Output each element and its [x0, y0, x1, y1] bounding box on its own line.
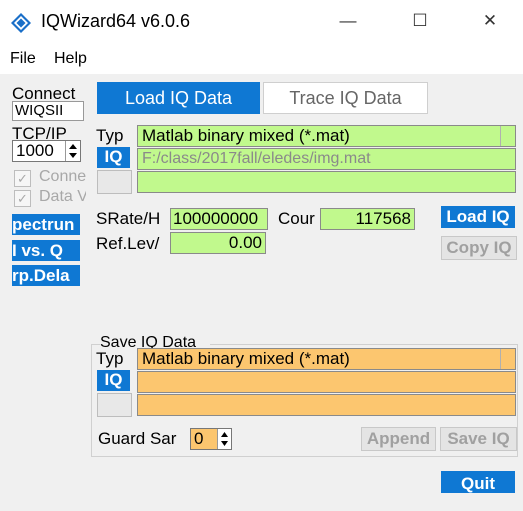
- load-file-path-value: F:/class/2017fall/eledes/img.mat: [142, 150, 371, 167]
- copy-iq-button[interactable]: Copy IQ: [441, 236, 517, 260]
- menu-file[interactable]: File: [10, 50, 36, 68]
- minimize-button[interactable]: —: [337, 10, 359, 32]
- save-type-label: Typ: [96, 349, 124, 368]
- maximize-button[interactable]: ☐: [409, 10, 431, 32]
- save-file-path2-input[interactable]: [137, 394, 516, 416]
- connect-checkbox-label: Conne: [39, 168, 86, 185]
- tab-load-iq-data[interactable]: Load IQ Data: [97, 82, 260, 114]
- port-value: 1000: [16, 141, 54, 160]
- guard-spinner-arrows[interactable]: [217, 429, 231, 449]
- srate-field[interactable]: 100000000: [170, 208, 268, 230]
- load-type-select[interactable]: Matlab binary mixed (*.mat): [137, 125, 516, 147]
- i-vs-q-button[interactable]: I vs. Q: [12, 240, 80, 261]
- data-view-checkbox-label: Data V: [39, 188, 86, 205]
- close-button[interactable]: ✕: [479, 10, 501, 32]
- load-file-path2-input[interactable]: [137, 171, 516, 193]
- load-iq-button[interactable]: Load IQ: [441, 206, 515, 228]
- reflev-label: Ref.Lev/: [96, 234, 160, 253]
- spinner-arrows[interactable]: [65, 141, 80, 161]
- append-button[interactable]: Append: [361, 427, 436, 451]
- app-logo-icon: [11, 13, 31, 33]
- guard-samples-stepper[interactable]: 0: [190, 428, 232, 450]
- spectrum-button[interactable]: pectrun: [12, 214, 80, 235]
- reflev-field[interactable]: 0.00: [170, 232, 266, 254]
- srate-label: SRate/H: [96, 209, 161, 228]
- save-secondary-button[interactable]: [97, 393, 132, 417]
- window-title: IQWizard64 v6.0.6: [41, 11, 191, 31]
- port-stepper[interactable]: 1000: [12, 140, 81, 162]
- instrument-input[interactable]: WIQSII: [12, 101, 84, 121]
- count-field: 117568: [320, 208, 415, 230]
- quit-button[interactable]: Quit: [441, 471, 515, 493]
- load-type-scroll[interactable]: [500, 126, 515, 146]
- save-iq-file-button[interactable]: IQ: [97, 370, 130, 391]
- guard-samples-label: Guard Sar: [98, 429, 177, 448]
- load-type-label: Typ: [96, 126, 124, 145]
- save-type-scroll[interactable]: [500, 349, 515, 369]
- connect-checkbox[interactable]: ✓: [14, 170, 31, 187]
- data-view-checkbox[interactable]: ✓: [14, 190, 31, 207]
- load-secondary-button[interactable]: [97, 170, 132, 194]
- tab-trace-iq-data[interactable]: Trace IQ Data: [263, 82, 428, 114]
- save-type-value: Matlab binary mixed (*.mat): [142, 349, 350, 368]
- guard-samples-value: 0: [194, 429, 204, 448]
- menu-help[interactable]: Help: [54, 50, 87, 68]
- count-label: Cour: [278, 209, 315, 228]
- save-type-select[interactable]: Matlab binary mixed (*.mat): [137, 348, 516, 370]
- load-iq-file-button[interactable]: IQ: [97, 147, 130, 168]
- load-file-path-input[interactable]: F:/class/2017fall/eledes/img.mat: [137, 148, 516, 170]
- save-file-path-input[interactable]: [137, 371, 516, 393]
- load-type-value: Matlab binary mixed (*.mat): [142, 126, 350, 145]
- grp-delay-button[interactable]: rp.Dela: [12, 265, 80, 286]
- save-iq-button[interactable]: Save IQ: [440, 427, 517, 451]
